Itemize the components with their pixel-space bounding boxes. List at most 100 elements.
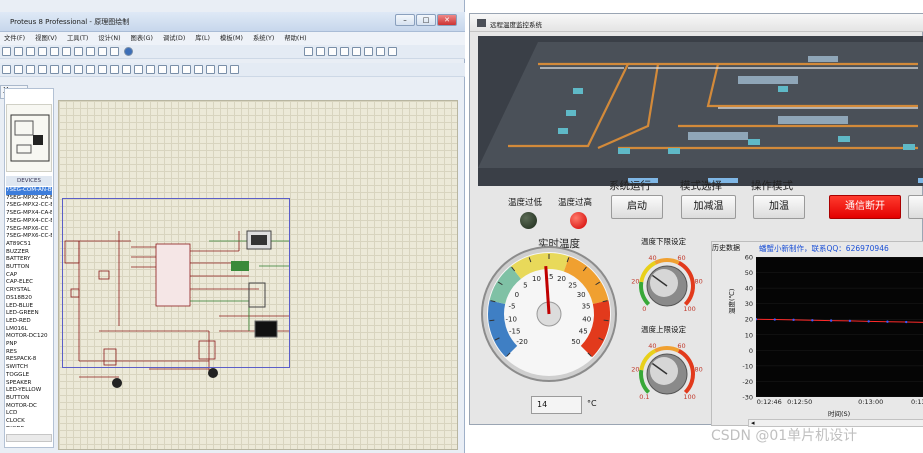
- watermark: CSDN @01单片机设计: [711, 428, 858, 444]
- device-list-item[interactable]: 7SEG-MPX4-CC-BLUE: [6, 218, 52, 226]
- device-list-item[interactable]: SWITCH: [6, 364, 52, 372]
- grid-icon[interactable]: [316, 47, 326, 56]
- device-list-item[interactable]: BUTTON: [6, 395, 52, 403]
- origin-icon[interactable]: [328, 47, 338, 56]
- device-list-item[interactable]: MOTOR-DC120: [6, 333, 52, 341]
- heat-button[interactable]: 加温: [753, 195, 805, 219]
- device-list-item[interactable]: 7SEG-MPX6-CC: [6, 226, 52, 234]
- package-tool-icon[interactable]: [134, 65, 143, 74]
- cut-icon[interactable]: [26, 65, 35, 74]
- device-list-item[interactable]: CLOCK: [6, 418, 52, 426]
- menu-item[interactable]: 库(L): [195, 32, 210, 45]
- new-file-icon[interactable]: [2, 47, 11, 56]
- device-list-item[interactable]: 7SEG-MPX6-CC-BLUE: [6, 233, 52, 241]
- open-icon[interactable]: [14, 47, 23, 56]
- menu-item[interactable]: 调试(D): [163, 32, 185, 45]
- device-list-item[interactable]: CAP: [6, 272, 52, 280]
- menu-item[interactable]: 帮助(H): [284, 32, 306, 45]
- remove-sheet-icon[interactable]: [206, 65, 215, 74]
- block-copy-icon[interactable]: [62, 65, 71, 74]
- device-list-item[interactable]: LCD: [6, 410, 52, 418]
- overview-preview[interactable]: [6, 104, 52, 172]
- help-icon[interactable]: [124, 47, 134, 56]
- device-list-item[interactable]: CAP-ELEC: [6, 279, 52, 287]
- device-list-item[interactable]: 7SEG-MPX2-CA-BLUE: [6, 195, 52, 203]
- proteus-window: Proteus 8 Professional - 原理图绘制 – □ ✕ 文件(…: [0, 0, 465, 453]
- block-rotate-icon[interactable]: [86, 65, 95, 74]
- block-move-icon[interactable]: [74, 65, 83, 74]
- comm-off-button[interactable]: 通信断开: [829, 195, 901, 219]
- 3d-icon[interactable]: [86, 47, 95, 56]
- gauge-tick: [603, 319, 609, 322]
- menu-item[interactable]: 工具(T): [67, 32, 88, 45]
- property-assign-icon[interactable]: [182, 65, 191, 74]
- device-list-item[interactable]: LED-BLUE: [6, 303, 52, 311]
- save-icon[interactable]: [26, 47, 35, 56]
- device-list-item[interactable]: TOGGLE: [6, 372, 52, 380]
- proteus-toolbar-2: [0, 63, 465, 77]
- device-list-scrollbar[interactable]: [6, 434, 52, 442]
- device-list-item[interactable]: 7SEG-COM-AN-BLUE: [6, 187, 52, 195]
- lower-limit-knob[interactable]: 0 20 40 60 80 100: [631, 246, 703, 318]
- menu-item[interactable]: 文件(F): [4, 32, 25, 45]
- device-list-item[interactable]: BATTERY: [6, 256, 52, 264]
- pan-icon[interactable]: [340, 47, 350, 56]
- zoom-out-icon[interactable]: [364, 47, 374, 56]
- decompose-icon[interactable]: [146, 65, 155, 74]
- redo-icon[interactable]: [14, 65, 23, 74]
- block-delete-icon[interactable]: [98, 65, 107, 74]
- close-button[interactable]: ✕: [437, 14, 457, 26]
- bom-icon[interactable]: [110, 47, 119, 56]
- device-list-item[interactable]: SPEAKER: [6, 380, 52, 388]
- pick-device-icon[interactable]: [110, 65, 119, 74]
- pcb-icon[interactable]: [74, 47, 83, 56]
- maximize-button[interactable]: □: [416, 14, 436, 26]
- device-list-item[interactable]: MOTOR-DC: [6, 403, 52, 411]
- device-list-item[interactable]: RESPACK-8: [6, 356, 52, 364]
- home-icon[interactable]: [50, 47, 59, 56]
- zoom-in-icon[interactable]: [352, 47, 362, 56]
- start-button[interactable]: 启动: [611, 195, 663, 219]
- temp-high-label: 温度过高: [558, 198, 593, 208]
- device-list-item[interactable]: LM016L: [6, 326, 52, 334]
- device-list-item[interactable]: 7SEG-MPX4-CA-BLUE: [6, 210, 52, 218]
- menu-item[interactable]: 设计(N): [98, 32, 120, 45]
- upper-limit-knob[interactable]: 0.1 20 40 60 80 100: [631, 334, 703, 406]
- close-project-icon[interactable]: [38, 47, 47, 56]
- device-list-item[interactable]: LED-RED: [6, 318, 52, 326]
- copy-icon[interactable]: [38, 65, 47, 74]
- device-list-item[interactable]: 7SEG-MPX2-CC-BLUE: [6, 202, 52, 210]
- search-tag-icon[interactable]: [170, 65, 179, 74]
- device-list-item[interactable]: BUZZER: [6, 249, 52, 257]
- device-list-item[interactable]: DS18B20: [6, 295, 52, 303]
- device-list-item[interactable]: LED-YELLOW: [6, 387, 52, 395]
- extra-button[interactable]: [908, 195, 923, 219]
- device-list-item[interactable]: DIODE: [6, 426, 52, 427]
- netlist-icon[interactable]: [230, 65, 239, 74]
- device-list-item[interactable]: PNP: [6, 341, 52, 349]
- zoom-all-icon[interactable]: [376, 47, 386, 56]
- menu-item[interactable]: 系统(Y): [253, 32, 274, 45]
- minimize-button[interactable]: –: [395, 14, 415, 26]
- paste-icon[interactable]: [50, 65, 59, 74]
- gerber-icon[interactable]: [98, 47, 107, 56]
- y-tick-label: 10: [745, 331, 753, 339]
- schematic-icon[interactable]: [62, 47, 71, 56]
- device-list-item[interactable]: AT89C51: [6, 241, 52, 249]
- menu-item[interactable]: 图表(G): [131, 32, 153, 45]
- refresh-icon[interactable]: [304, 47, 314, 56]
- wire-autorouter-icon[interactable]: [158, 65, 167, 74]
- device-list-item[interactable]: CRYSTAL: [6, 287, 52, 295]
- device-list-item[interactable]: BUTTON: [6, 264, 52, 272]
- device-list-item[interactable]: LED-GREEN: [6, 310, 52, 318]
- menu-item[interactable]: 视图(V): [35, 32, 57, 45]
- device-list[interactable]: 7SEG-COM-AN-BLUE7SEG-MPX2-CA-BLUE7SEG-MP…: [6, 187, 52, 427]
- zoom-area-icon[interactable]: [388, 47, 398, 56]
- menu-item[interactable]: 模板(M): [220, 32, 243, 45]
- undo-icon[interactable]: [2, 65, 11, 74]
- new-sheet-icon[interactable]: [194, 65, 203, 74]
- exit-parent-icon[interactable]: [218, 65, 227, 74]
- device-list-item[interactable]: RES: [6, 349, 52, 357]
- make-device-icon[interactable]: [122, 65, 131, 74]
- add-reduce-temp-button[interactable]: 加减温: [681, 195, 736, 219]
